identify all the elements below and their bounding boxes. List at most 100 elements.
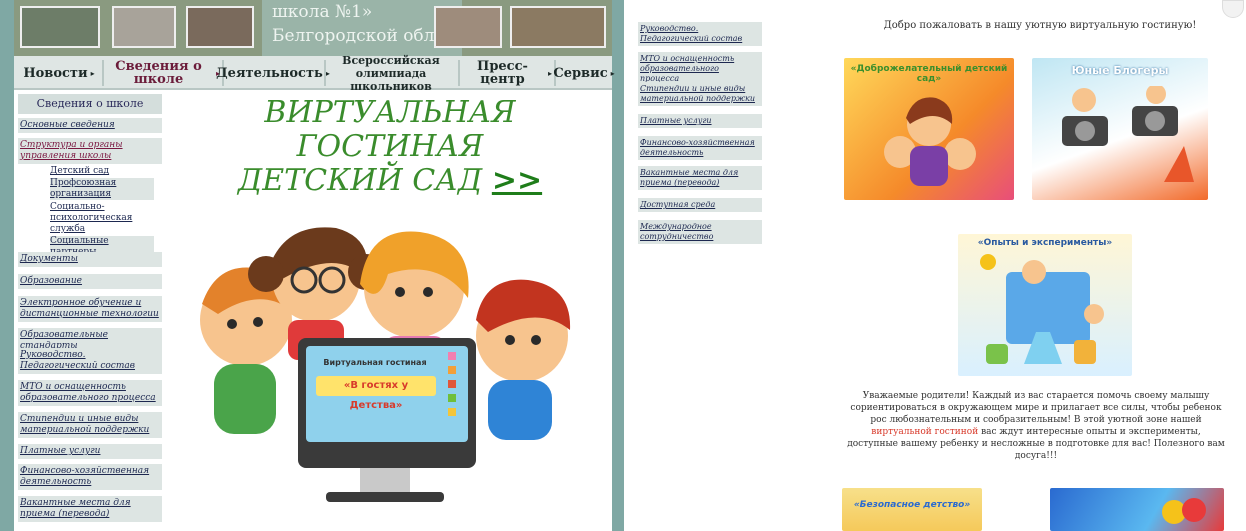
sidebar-item-documents[interactable]: Документы [18, 252, 162, 267]
header-banner: школа №1» Белгородской области [14, 0, 612, 56]
tile-young-bloggers[interactable]: Юные Блогеры [1032, 58, 1208, 200]
tile-label: «Опыты и эксперименты» [977, 238, 1113, 248]
nav-school-info[interactable]: Сведения о школе ▸ [104, 56, 220, 90]
chevron-right-icon: ▸ [610, 67, 615, 78]
tile-label: «Доброжелательный детский сад» [850, 64, 1008, 84]
color-square [448, 408, 456, 416]
chevron-right-icon: ▸ [90, 67, 95, 78]
camera-lens [1145, 111, 1165, 131]
virtual-lounge-title: ВИРТУАЛЬНАЯ ГОСТИНАЯ ДЕТСКИЙ САД >> [180, 96, 600, 198]
sidebar-item-finance[interactable]: Финансово-хозяйственная деятельность [18, 464, 162, 490]
monitor-subtitle: «В гостях у Детства» [316, 376, 436, 411]
nav-olympiad[interactable]: Всероссийская олимпиада школьников [326, 53, 456, 93]
tile-label: Юные Блогеры [1071, 64, 1169, 77]
message-highlight: виртуальной гостиной [871, 427, 979, 437]
sidebar-item-paid-services[interactable]: Платные услуги [18, 444, 162, 459]
child-hair [248, 256, 284, 292]
sidebar-item-finance[interactable]: Финансово-хозяйственная деятельность [638, 136, 762, 160]
experiment-kids-image [980, 254, 1104, 364]
child-eye [505, 335, 515, 345]
nav-label: Сведения о школе [115, 59, 202, 87]
balloon-icon [1182, 498, 1206, 522]
sidebar-item-basic-info[interactable]: Основные сведения [18, 118, 162, 133]
nav-news[interactable]: Новости ▸ [18, 56, 100, 90]
sidebar-subitem-psych-service[interactable]: Социально-психологическая служба [50, 202, 154, 235]
sidebar-subitem-kindergarten[interactable]: Детский сад [50, 166, 154, 177]
child-face [1022, 260, 1046, 284]
sidebar-item-management[interactable]: Руководство. Педагогический состав [18, 348, 162, 374]
page-frame-right [612, 0, 624, 531]
sidebar-item-education[interactable]: Образование [18, 274, 162, 289]
child-body [488, 380, 552, 440]
child-face [944, 138, 976, 170]
camera-kids-image [1062, 86, 1194, 182]
sidebar-item-equipment[interactable]: МТО и оснащенность образовательного проц… [638, 52, 762, 86]
title-line: ГОСТИНАЯ [296, 129, 484, 164]
tile-experiments[interactable]: «Опыты и эксперименты» [958, 234, 1132, 376]
child-eye [395, 287, 405, 297]
sidebar-item-scholarships[interactable]: Стипендии и иные виды материальной подде… [638, 82, 762, 106]
virtual-lounge-link[interactable]: >> [492, 163, 542, 198]
welcome-text: Добро пожаловать в нашу уютную виртуальн… [883, 20, 1197, 31]
child-eye [423, 287, 433, 297]
color-square [448, 352, 456, 360]
tile-safe-childhood[interactable]: «Безопасное детство» [842, 488, 982, 531]
sidebar-item-e-learning[interactable]: Электронное обучение и дистанционные тех… [18, 296, 162, 322]
sidebar-item-vacancies[interactable]: Вакантные места для приема (перевода) [18, 496, 162, 522]
child-body [910, 146, 948, 186]
sidebar-title: Сведения о школе [18, 94, 162, 114]
color-square [448, 394, 456, 402]
child-eye [227, 319, 237, 329]
sidebar-item-paid-services[interactable]: Платные услуги [638, 114, 762, 128]
sidebar-item-vacancies[interactable]: Вакантные места для приема (перевода) [638, 166, 762, 190]
nav-activity[interactable]: Деятельность ▸ [216, 56, 330, 90]
banner-photo [112, 6, 176, 48]
beaker-icon [1074, 340, 1096, 364]
tile-music[interactable] [1050, 488, 1224, 531]
nav-label: Всероссийская олимпиада школьников [342, 53, 440, 93]
child-eye [531, 335, 541, 345]
nav-press-center[interactable]: Пресс-центр ▸ [460, 56, 552, 90]
child-face [1072, 88, 1096, 112]
sidebar-item-accessibility[interactable]: Доступная среда [638, 198, 762, 212]
nav-service[interactable]: Сервис ▸ [553, 56, 615, 90]
child-body [214, 364, 276, 434]
children-group-image [884, 97, 976, 186]
sidebar-subitem-union[interactable]: Профсоюзная организация [50, 178, 154, 200]
sidebar-item-equipment[interactable]: МТО и оснащенность образовательного проц… [18, 380, 162, 406]
child-face [1146, 86, 1166, 104]
monitor-stand [360, 468, 410, 494]
balloons-image [1162, 498, 1206, 524]
sidebar-item-management[interactable]: Руководство. Педагогический состав [638, 22, 762, 46]
nav-label: Деятельность [216, 65, 323, 81]
sidebar-item-international[interactable]: Международное сотрудничество [638, 220, 762, 244]
title-line: ДЕТСКИЙ САД >> [180, 164, 600, 198]
decor-shape [1164, 146, 1194, 182]
child-eye [253, 317, 263, 327]
sidebar-item-scholarships[interactable]: Стипендии и иные виды материальной подде… [18, 412, 162, 438]
banner-photo [20, 6, 100, 48]
color-square [448, 380, 456, 388]
tile-friendly-kindergarten[interactable]: «Доброжелательный детский сад» [844, 58, 1014, 200]
banner-photo [186, 6, 254, 48]
camera-lens [1075, 121, 1095, 141]
nav-label: Пресс-центр [477, 59, 528, 87]
panel-divider [624, 0, 636, 531]
title-text: ДЕТСКИЙ САД [237, 163, 483, 198]
sidebar-item-structure[interactable]: Структура и органы управления школы [18, 138, 162, 164]
chevron-right-icon: ▸ [547, 67, 552, 78]
monitor-base [326, 492, 444, 502]
banner-photo [434, 6, 502, 48]
banner-school-name: школа №1» [272, 2, 373, 22]
page-screenshot-left: школа №1» Белгородской области Новости ▸ … [0, 0, 624, 531]
main-navbar: Новости ▸ Сведения о школе ▸ Деятельность ▸… [14, 53, 615, 93]
nav-label: Новости [23, 65, 88, 81]
color-square [448, 366, 456, 374]
parents-message: Уважаемые родители! Каждый из вас старае… [846, 390, 1226, 462]
child-face [1084, 304, 1104, 324]
nav-label: Сервис [553, 65, 608, 81]
tile-label: «Безопасное детство» [853, 500, 971, 510]
message-text: Уважаемые родители! Каждый из вас старае… [850, 391, 1222, 425]
monitor-title: Виртуальная гостиная [323, 358, 427, 367]
beaker-icon [986, 344, 1008, 364]
